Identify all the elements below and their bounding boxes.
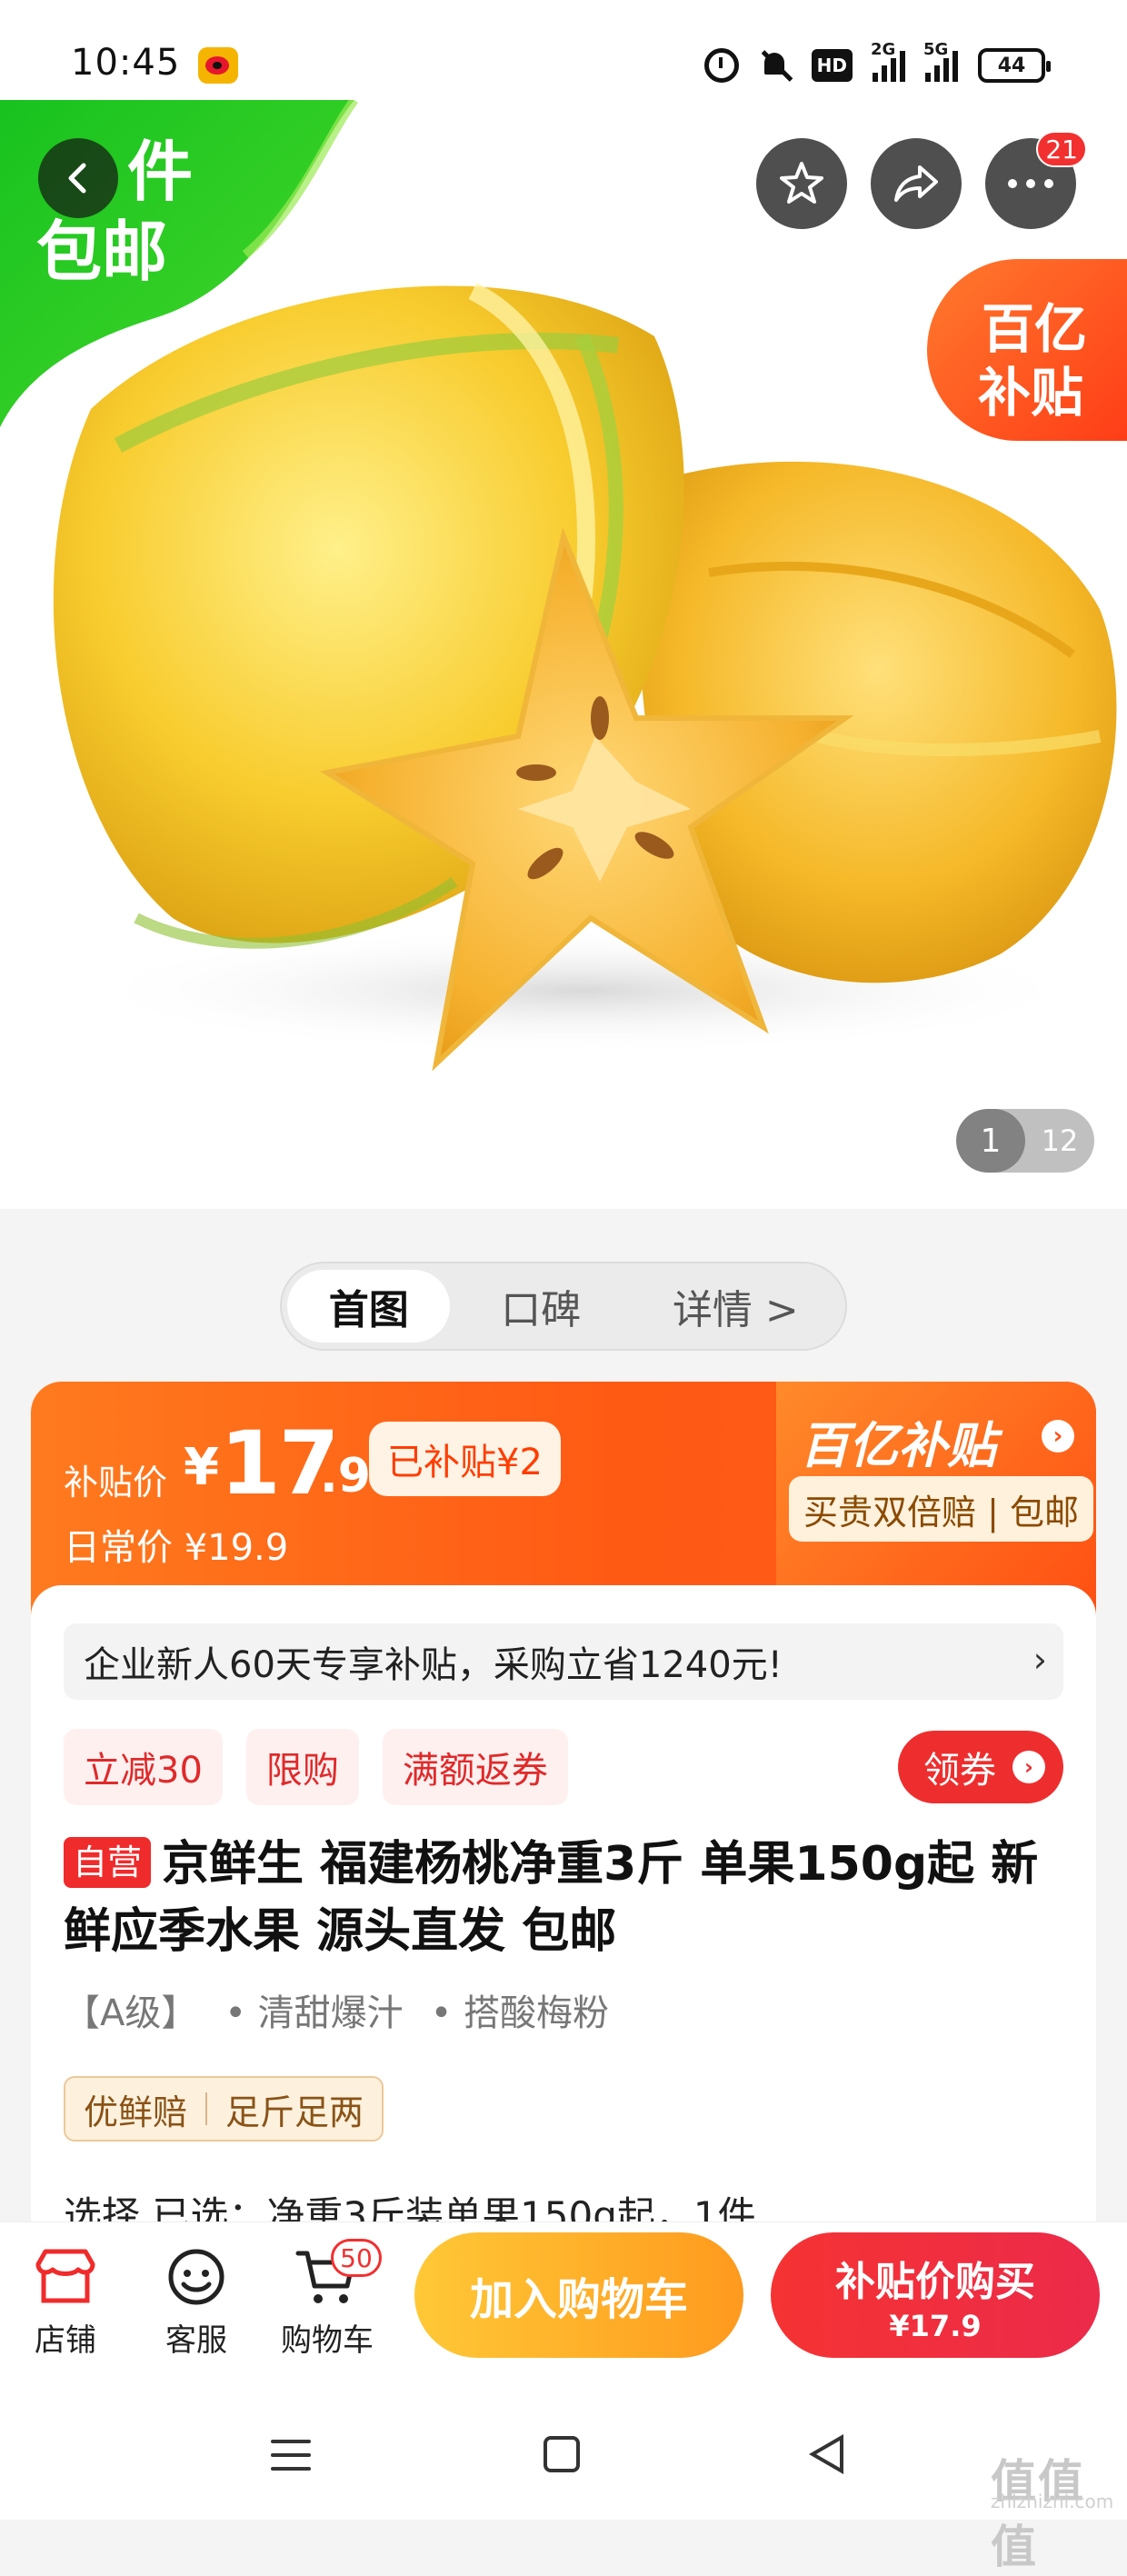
add-to-cart-button[interactable]: 加入购物车	[414, 2232, 743, 2358]
feature-list: 【A级】 • 清甜爆汁 • 搭酸梅粉	[64, 1983, 609, 2036]
signal-5g-label: 5G	[923, 40, 949, 59]
share-icon	[894, 165, 938, 202]
tab-details[interactable]: 详情 >	[632, 1270, 840, 1343]
pager-current: 1	[956, 1109, 1025, 1173]
tab-main-image[interactable]: 首图	[287, 1270, 451, 1343]
shop-nav[interactable]: 店铺	[11, 2241, 120, 2360]
watermark-site: zhizhizhi.com	[991, 2491, 1114, 2512]
spec-select-row[interactable]: 选择 已选：净重3斤装单果150g起，1件	[64, 2185, 1082, 2222]
guarantee-tag: 买贵双倍赔 | 包邮	[789, 1476, 1093, 1542]
home-icon[interactable]	[544, 2436, 580, 2472]
service-nav[interactable]: 客服	[142, 2241, 251, 2360]
cart-count-badge: 50	[331, 2239, 382, 2277]
status-bar: 10:45 HD 2G 5G 44	[0, 0, 1127, 100]
system-navigation-bar	[0, 2367, 1127, 2520]
more-button[interactable]: 21	[985, 131, 1087, 229]
product-gallery[interactable]: 件 包邮 21 百亿 补贴 1 12	[0, 0, 1127, 1209]
signal-2g-icon: 2G	[871, 40, 905, 82]
enterprise-promo-bar[interactable]: 企业新人60天专享补贴，采购立省1240元! ›	[64, 1623, 1063, 1700]
product-title: 自营 京鲜生 福建杨桃净重3斤 单果150g起 新鲜应季水果 源头直发 包邮	[64, 1831, 1072, 1965]
tab-reviews[interactable]: 口碑	[450, 1270, 631, 1343]
hd-icon: HD	[811, 49, 853, 82]
weibo-notification-icon	[198, 47, 238, 84]
price-card: 补贴价 ¥ 17 .9 已补贴¥2 日常价 ¥19.9 百亿补贴 › 买贵双倍赔…	[31, 1382, 1096, 1618]
product-info-card: 企业新人60天专享补贴，采购立省1240元! › 立减30 限购 满额返券 领券…	[31, 1585, 1096, 2222]
price-currency: ¥	[184, 1438, 219, 1497]
feature-item: 【A级】	[64, 1992, 198, 2034]
signal-2g-label: 2G	[871, 40, 896, 59]
buy-now-button[interactable]: 补贴价购买 ¥17.9	[771, 2232, 1100, 2358]
mute-icon	[759, 49, 792, 82]
service-label: 客服	[165, 2322, 227, 2359]
chevron-right-icon: ›	[1012, 1751, 1045, 1783]
badge-line-2: 包邮	[36, 214, 168, 290]
promo-tags: 立减30 限购 满额返券	[64, 1729, 568, 1805]
assurance-tags[interactable]: 优鲜赔 足斤足两	[64, 2076, 384, 2142]
customer-service-icon	[168, 2249, 224, 2305]
shop-icon	[35, 2249, 95, 2303]
buy-button-label: 补贴价购买	[835, 2259, 1035, 2305]
coupon-label: 领券	[923, 1750, 996, 1792]
product-title-text: 京鲜生 福建杨桃净重3斤 单果150g起 新鲜应季水果 源头直发 包邮	[64, 1837, 1039, 1959]
recent-apps-icon[interactable]	[271, 2440, 311, 2471]
subsidy-amount-tag: 已补贴¥2	[369, 1422, 561, 1496]
price-decimal: .9	[320, 1449, 371, 1503]
star-icon	[780, 162, 823, 204]
promo-tag: 满额返券	[382, 1729, 568, 1805]
self-operated-tag: 自营	[64, 1837, 152, 1888]
promo-tag: 限购	[245, 1729, 359, 1805]
gallery-tabs: 首图 口碑 详情 >	[280, 1262, 847, 1351]
back-button[interactable]	[38, 138, 118, 218]
battery-icon: 44	[978, 48, 1051, 83]
shop-label: 店铺	[35, 2322, 96, 2359]
alarm-icon	[703, 48, 739, 83]
assurance-item: 足斤足两	[225, 2092, 364, 2132]
back-triangle-icon[interactable]	[809, 2434, 843, 2474]
cart-label: 购物车	[281, 2322, 374, 2359]
subsidy-logo[interactable]: 百亿补贴	[800, 1405, 996, 1477]
daily-price: 日常价 ¥19.9	[64, 1527, 289, 1569]
favorite-button[interactable]	[756, 138, 847, 229]
pager-total: 12	[1041, 1123, 1079, 1158]
cart-nav[interactable]: 50 购物车	[273, 2239, 382, 2360]
feature-item: • 清甜爆汁	[224, 1992, 404, 2034]
assurance-item: 优鲜赔	[84, 2092, 188, 2132]
subsidy-price-label: 补贴价	[64, 1463, 168, 1503]
more-dots-icon	[1008, 179, 1053, 188]
status-time: 10:45	[71, 42, 181, 84]
subsidy-badge-line-2: 补贴	[978, 362, 1084, 424]
chevron-right-icon[interactable]: ›	[1042, 1420, 1074, 1453]
feature-item: • 搭酸梅粉	[430, 1992, 609, 2034]
image-pager: 1 12	[956, 1109, 1094, 1173]
chevron-right-icon: ›	[1032, 1640, 1047, 1680]
promo-tag: 立减30	[64, 1729, 223, 1805]
share-button[interactable]	[871, 138, 962, 229]
chevron-left-icon	[68, 163, 86, 194]
get-coupon-button[interactable]: 领券 ›	[898, 1731, 1063, 1803]
buy-button-price: ¥17.9	[889, 2309, 982, 2343]
message-count-badge: 21	[1036, 131, 1087, 167]
promo-text: 企业新人60天专享补贴，采购立省1240元!	[84, 1644, 783, 1686]
signal-5g-icon: 5G	[923, 40, 958, 82]
subsidy-badge: 百亿 补贴	[927, 259, 1127, 441]
